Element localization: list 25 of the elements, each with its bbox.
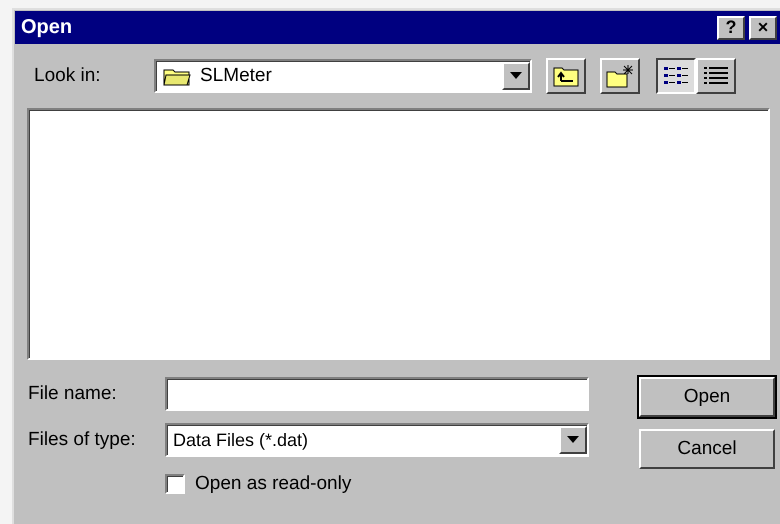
new-folder-button[interactable]: [600, 58, 640, 94]
files-of-type-dropdown[interactable]: Data Files (*.dat): [165, 423, 589, 457]
open-button[interactable]: Open: [639, 377, 775, 417]
look-in-dropdown[interactable]: SLMeter: [154, 59, 532, 93]
files-of-type-label: Files of type:: [28, 429, 137, 451]
read-only-label: Open as read-only: [195, 473, 352, 495]
look-in-label: Look in:: [34, 65, 102, 87]
cancel-button[interactable]: Cancel: [639, 429, 775, 469]
up-folder-button[interactable]: [546, 58, 586, 94]
look-in-value: SLMeter: [199, 65, 273, 87]
read-only-checkbox[interactable]: [165, 474, 185, 494]
up-folder-icon: [553, 65, 579, 87]
file-name-label: File name:: [28, 383, 118, 405]
files-of-type-value: Data Files (*.dat): [173, 430, 310, 450]
dropdown-arrow-icon: [510, 72, 522, 80]
new-folder-icon: [606, 64, 634, 88]
dropdown-arrow-icon: [567, 436, 579, 444]
window-title: Open: [21, 16, 74, 39]
file-name-field[interactable]: [165, 377, 589, 411]
help-button[interactable]: ?: [717, 16, 745, 40]
details-view-icon: [703, 65, 729, 87]
close-button[interactable]: ×: [749, 16, 777, 40]
list-view-button[interactable]: [656, 58, 696, 94]
details-view-button[interactable]: [696, 58, 736, 94]
list-view-icon: [663, 65, 689, 87]
